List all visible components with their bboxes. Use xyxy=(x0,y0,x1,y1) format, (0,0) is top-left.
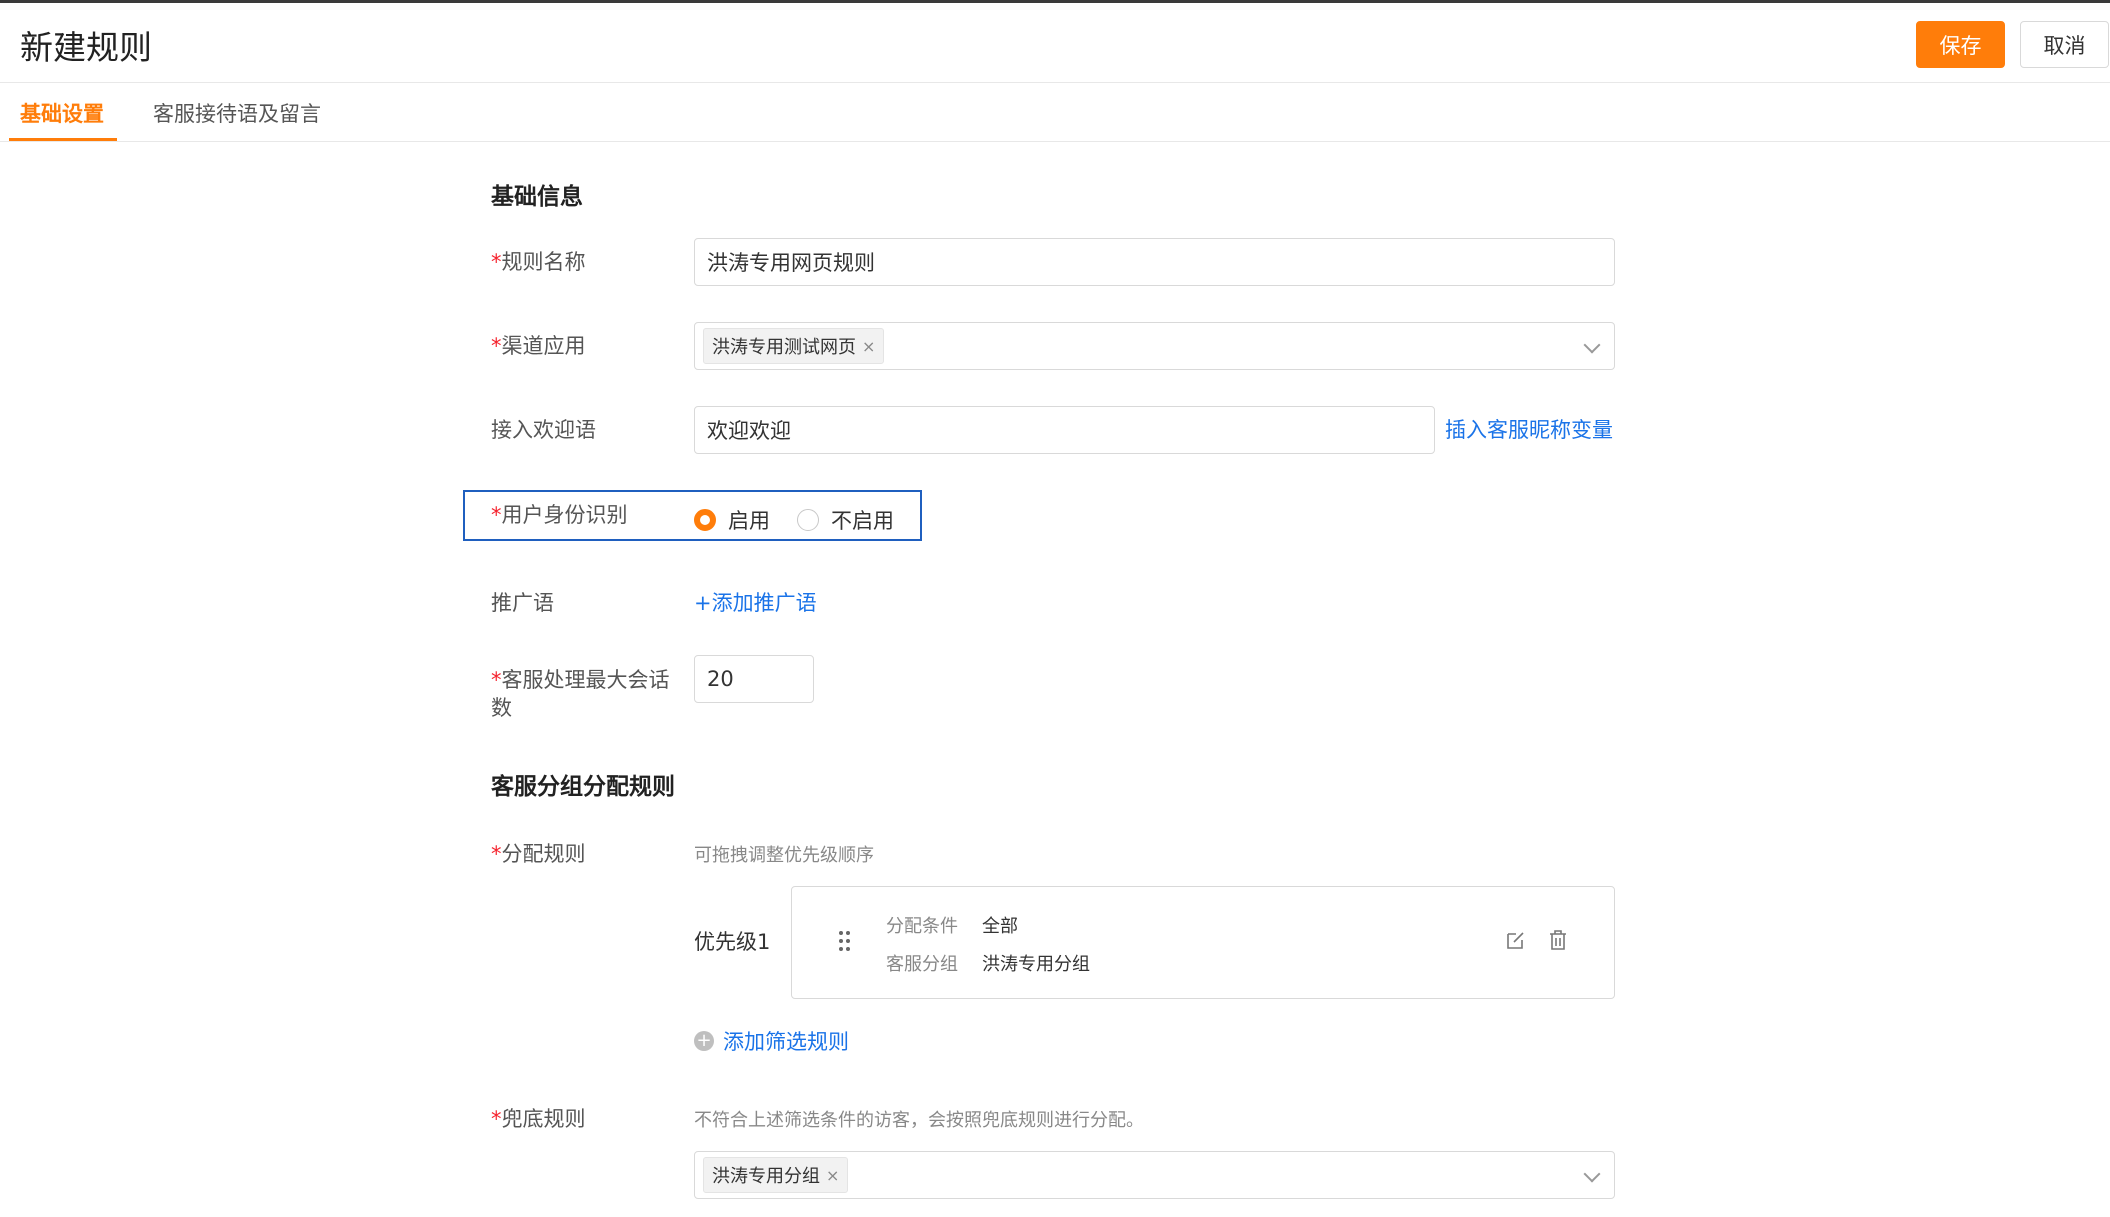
required-mark: * xyxy=(491,842,502,866)
fallback-group-tag: 洪涛专用分组 × xyxy=(703,1157,849,1193)
fallback-rule-label: *兜底规则 xyxy=(491,1107,586,1131)
plus-circle-icon: + xyxy=(694,1031,714,1051)
required-mark: * xyxy=(491,250,502,274)
required-mark: * xyxy=(491,668,502,692)
promo-label: 推广语 xyxy=(491,591,554,615)
drag-handle-icon[interactable] xyxy=(839,931,851,951)
allocation-rules-label: *分配规则 xyxy=(491,842,586,866)
chevron-down-icon[interactable] xyxy=(1583,336,1601,354)
identity-enable-radio[interactable]: 启用 xyxy=(694,505,770,535)
group-key: 客服分组 xyxy=(886,954,958,975)
identity-disable-radio[interactable]: 不启用 xyxy=(797,505,894,535)
channel-app-label: *渠道应用 xyxy=(491,334,586,358)
identity-label: *用户身份识别 xyxy=(491,503,628,527)
condition-key: 分配条件 xyxy=(886,916,958,937)
required-mark: * xyxy=(491,503,502,527)
rule-name-label: *规则名称 xyxy=(491,250,586,274)
channel-app-tag: 洪涛专用测试网页 × xyxy=(703,328,885,364)
insert-agent-nickname-link[interactable]: 插入客服昵称变量 xyxy=(1445,414,1613,444)
rule-name-input[interactable]: 洪涛专用网页规则 xyxy=(694,238,1615,286)
welcome-label: 接入欢迎语 xyxy=(491,418,596,442)
section-title-allocation: 客服分组分配规则 xyxy=(491,774,675,800)
max-sessions-input[interactable]: 20 xyxy=(694,655,814,703)
tab-basic-settings[interactable]: 基础设置 xyxy=(20,98,104,128)
tab-bar: 基础设置 客服接待语及留言 xyxy=(0,84,2110,142)
priority-label: 优先级1 xyxy=(694,930,771,954)
priority-rule-card[interactable]: 分配条件 全部 客服分组 洪涛专用分组 xyxy=(791,886,1615,999)
required-mark: * xyxy=(491,334,502,358)
add-promo-link[interactable]: +添加推广语 xyxy=(694,587,817,617)
cancel-button[interactable]: 取消 xyxy=(2020,21,2109,68)
radio-unchecked-icon xyxy=(797,509,819,531)
fallback-group-select[interactable]: 洪涛专用分组 × xyxy=(694,1151,1615,1199)
close-icon[interactable]: × xyxy=(862,337,875,356)
condition-value: 全部 xyxy=(982,916,1018,937)
group-value: 洪涛专用分组 xyxy=(982,954,1090,975)
max-sessions-label: *客服处理最大会话数 xyxy=(491,668,670,720)
active-tab-indicator xyxy=(9,138,117,141)
welcome-input[interactable]: 欢迎欢迎 xyxy=(694,406,1435,454)
fallback-hint: 不符合上述筛选条件的访客，会按照兜底规则进行分配。 xyxy=(694,1110,1144,1131)
drag-priority-hint: 可拖拽调整优先级顺序 xyxy=(694,845,874,866)
close-icon[interactable]: × xyxy=(826,1166,839,1185)
delete-icon[interactable] xyxy=(1547,929,1569,951)
edit-icon[interactable] xyxy=(1505,929,1527,951)
radio-checked-icon xyxy=(694,509,716,531)
add-filter-rule-link[interactable]: + 添加筛选规则 xyxy=(694,1026,849,1056)
page-title: 新建规则 xyxy=(20,28,152,67)
required-mark: * xyxy=(491,1107,502,1131)
channel-app-select[interactable]: 洪涛专用测试网页 × xyxy=(694,322,1615,370)
section-title-basic-info: 基础信息 xyxy=(491,184,583,210)
tab-greeting-and-messages[interactable]: 客服接待语及留言 xyxy=(153,98,321,128)
page-header: 新建规则 保存 取消 xyxy=(0,3,2110,83)
chevron-down-icon[interactable] xyxy=(1583,1165,1601,1183)
save-button[interactable]: 保存 xyxy=(1916,21,2005,68)
